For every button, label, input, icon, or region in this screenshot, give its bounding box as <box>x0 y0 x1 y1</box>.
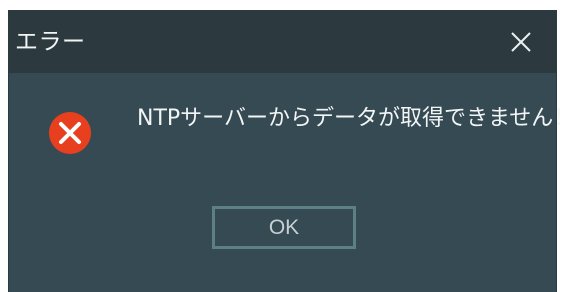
dialog-title: エラー <box>15 29 86 55</box>
error-icon <box>49 112 91 154</box>
title-bar[interactable]: エラー <box>9 11 556 73</box>
ok-button[interactable]: OK <box>212 206 356 249</box>
error-message: NTPサーバーからデータが取得できません！ <box>137 106 562 131</box>
error-dialog: エラー NTPサーバーからデータが取得できません！ OK <box>9 11 562 292</box>
close-icon <box>511 32 531 52</box>
close-button[interactable] <box>486 11 556 73</box>
